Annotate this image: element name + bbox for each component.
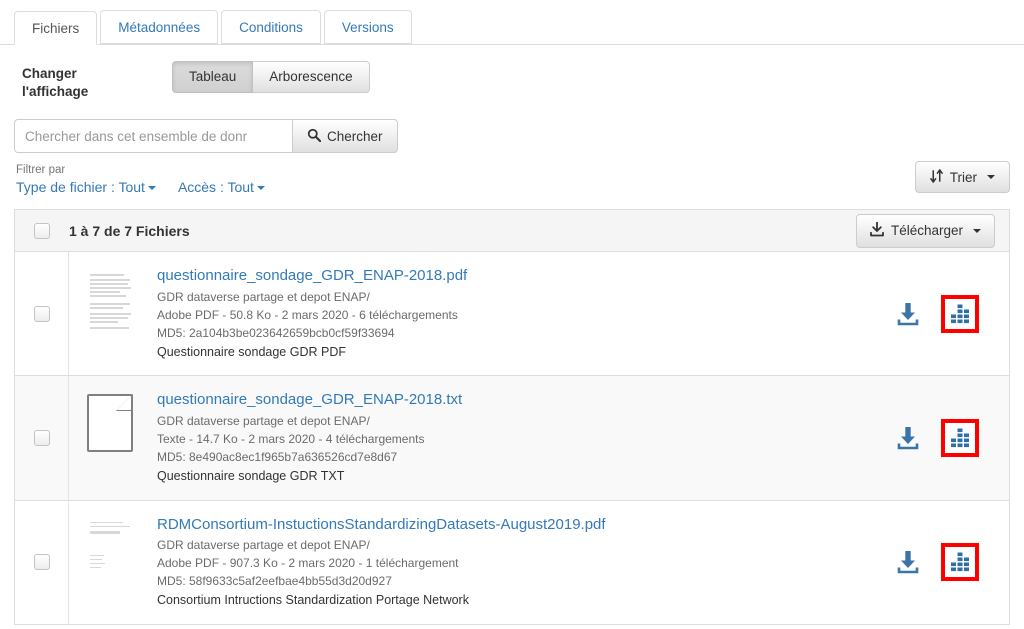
select-all-cell xyxy=(15,210,69,251)
file-md5: MD5: 2a104b3be023642659bcb0cf59f33694 xyxy=(157,325,395,340)
search-button-label: Chercher xyxy=(327,128,383,144)
filter-file-type-label: Type de fichier : Tout xyxy=(16,179,145,195)
table-row: questionnaire_sondage_GDR_ENAP-2018.txt … xyxy=(15,376,1009,501)
search-icon xyxy=(307,128,322,145)
tab-conditions[interactable]: Conditions xyxy=(221,9,321,44)
explore-data-highlight[interactable] xyxy=(941,543,979,582)
display-switch-label-line1: Changer xyxy=(22,66,77,81)
chevron-down-icon xyxy=(256,186,265,191)
chevron-down-icon xyxy=(973,228,981,233)
table-row: RDMConsortium-InstuctionsStandardizingDa… xyxy=(15,500,1009,625)
filter-file-type[interactable]: Type de fichier : Tout xyxy=(16,179,156,195)
file-thumbnail-cell xyxy=(69,501,151,624)
file-name-link[interactable]: questionnaire_sondage_GDR_ENAP-2018.pdf xyxy=(157,266,849,286)
pdf-preview-thumbnail-icon xyxy=(86,518,134,581)
file-name-link[interactable]: questionnaire_sondage_GDR_ENAP-2018.txt xyxy=(157,390,849,410)
file-actions-cell xyxy=(859,501,1009,624)
files-table-header: 1 à 7 de 7 Fichiers Télécharger xyxy=(15,210,1009,252)
download-icon[interactable] xyxy=(895,425,921,451)
sort-button-label: Trier xyxy=(949,169,977,185)
explore-data-highlight[interactable] xyxy=(941,294,979,333)
pdf-preview-thumbnail-icon xyxy=(86,270,134,332)
file-description: Questionnaire sondage GDR TXT xyxy=(157,468,345,483)
file-meta: Adobe PDF - 907.3 Ko - 2 mars 2020 - 1 t… xyxy=(157,556,459,570)
files-table: 1 à 7 de 7 Fichiers Télécharger question… xyxy=(14,209,1010,625)
display-mode-arborescence-button[interactable]: Arborescence xyxy=(253,61,370,93)
file-meta: Adobe PDF - 50.8 Ko - 2 mars 2020 - 6 té… xyxy=(157,307,458,322)
file-actions-cell xyxy=(859,252,1009,375)
filter-access[interactable]: Accès : Tout xyxy=(178,179,265,195)
explore-data-highlight[interactable] xyxy=(941,418,979,457)
file-info-cell: questionnaire_sondage_GDR_ENAP-2018.txt … xyxy=(151,376,859,499)
display-mode-tableau-button[interactable]: Tableau xyxy=(172,61,254,93)
display-mode-button-group: Tableau Arborescence xyxy=(172,61,370,93)
explore-data-icon xyxy=(948,552,972,578)
search-button[interactable]: Chercher xyxy=(292,119,398,153)
chevron-down-icon xyxy=(147,186,156,191)
download-icon xyxy=(870,221,884,240)
tab-bar: Fichiers Métadonnées Conditions Versions xyxy=(0,0,1024,45)
filters-row: Filtrer par Type de fichier : Tout Accès… xyxy=(0,153,1024,195)
file-path: GDR dataverse partage et depot ENAP/ xyxy=(157,289,370,304)
files-page: Fichiers Métadonnées Conditions Versions… xyxy=(0,0,1024,629)
file-description: Questionnaire sondage GDR PDF xyxy=(157,344,346,359)
file-name-link[interactable]: RDMConsortium-InstuctionsStandardizingDa… xyxy=(157,515,849,535)
filter-access-label: Accès : Tout xyxy=(177,179,254,195)
explore-data-icon xyxy=(948,304,972,330)
file-meta: Texte - 14.7 Ko - 2 mars 2020 - 4 téléch… xyxy=(157,431,425,446)
filter-title: Filtrer par xyxy=(16,164,66,176)
generic-document-icon xyxy=(87,394,133,453)
file-info-cell: RDMConsortium-InstuctionsStandardizingDa… xyxy=(151,501,859,624)
chevron-down-icon xyxy=(987,175,995,179)
download-icon[interactable] xyxy=(895,301,921,327)
search-input[interactable] xyxy=(14,119,292,153)
explore-data-icon xyxy=(948,428,972,454)
display-switch-row: Changer l'affichage Tableau Arborescence xyxy=(0,45,1024,105)
file-description: Consortium Intructions Standardization P… xyxy=(157,593,469,607)
row-select-cell xyxy=(15,500,69,624)
tab-fichiers[interactable]: Fichiers xyxy=(14,10,98,45)
download-all-button[interactable]: Télécharger xyxy=(855,213,995,248)
row-select-checkbox[interactable] xyxy=(33,305,50,322)
row-select-checkbox[interactable] xyxy=(33,554,50,571)
files-count-label: 1 à 7 de 7 Fichiers xyxy=(69,222,190,239)
sort-button[interactable]: Trier xyxy=(914,161,1010,193)
search-row: Chercher xyxy=(0,105,1024,153)
tab-versions[interactable]: Versions xyxy=(323,9,412,44)
tab-metadonnees[interactable]: Métadonnées xyxy=(100,9,219,44)
download-all-label: Télécharger xyxy=(890,223,963,238)
file-md5: MD5: 58f9633c5af2eefbae4bb55d3d20d927 xyxy=(157,574,392,588)
select-all-checkbox[interactable] xyxy=(34,222,50,239)
table-row: questionnaire_sondage_GDR_ENAP-2018.pdf … xyxy=(15,252,1009,377)
display-switch-label: Changer l'affichage xyxy=(22,61,172,101)
filter-links: Type de fichier : Tout Accès : Tout xyxy=(16,179,265,195)
file-thumbnail-cell xyxy=(69,376,151,499)
row-select-checkbox[interactable] xyxy=(33,429,50,446)
file-thumbnail-cell xyxy=(69,252,151,375)
file-actions-cell xyxy=(859,376,1009,499)
row-select-cell xyxy=(15,252,69,376)
download-icon[interactable] xyxy=(895,549,921,575)
filter-block: Filtrer par Type de fichier : Tout Accès… xyxy=(14,164,265,195)
file-path: GDR dataverse partage et depot ENAP/ xyxy=(157,413,370,428)
file-md5: MD5: 8e490ac8ec1f965b7a636526cd7e8d67 xyxy=(157,449,398,464)
file-info-cell: questionnaire_sondage_GDR_ENAP-2018.pdf … xyxy=(151,252,859,375)
sort-icon xyxy=(929,169,943,185)
file-path: GDR dataverse partage et depot ENAP/ xyxy=(157,538,370,552)
row-select-cell xyxy=(15,376,69,500)
display-switch-label-line2: l'affichage xyxy=(22,84,89,100)
